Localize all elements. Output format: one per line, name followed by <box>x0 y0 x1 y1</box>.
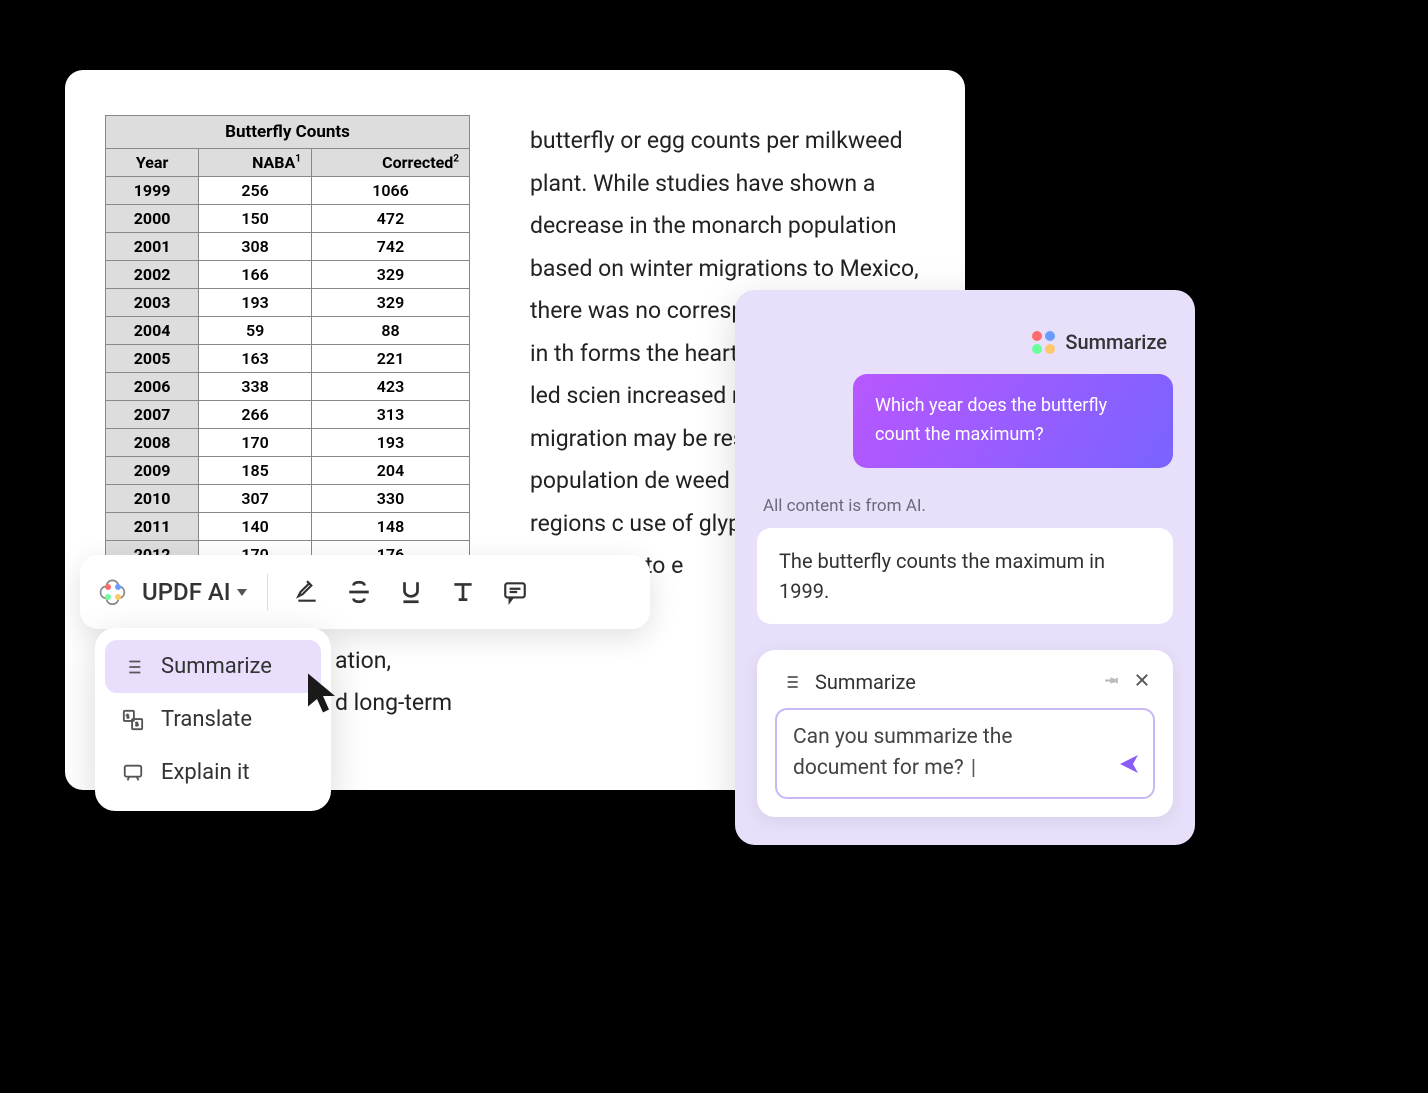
pin-button[interactable] <box>1103 670 1121 694</box>
ai-chat-panel: Summarize Which year does the butterfly … <box>735 290 1195 845</box>
table-row: 20045988 <box>106 317 470 345</box>
underline-button[interactable] <box>392 573 430 611</box>
table-row: 2009185204 <box>106 457 470 485</box>
menu-explain-label: Explain it <box>161 760 250 785</box>
menu-explain[interactable]: Explain it <box>105 746 321 799</box>
close-button[interactable] <box>1133 670 1151 694</box>
highlight-button[interactable] <box>288 573 326 611</box>
ai-toolbar: UPDF AI <box>80 555 650 629</box>
translate-icon <box>121 708 145 732</box>
ai-message: The butterfly counts the maximum in 1999… <box>757 528 1173 624</box>
menu-summarize[interactable]: Summarize <box>105 640 321 693</box>
menu-summarize-label: Summarize <box>161 654 272 679</box>
butterfly-counts-table: Butterfly Counts Year NABA1 Corrected2 1… <box>105 115 470 569</box>
table-row: 19992561066 <box>106 177 470 205</box>
menu-translate-label: Translate <box>161 707 252 732</box>
chat-input-card: Summarize Can you summarize the document… <box>757 650 1173 817</box>
toolbar-divider <box>267 574 268 610</box>
comment-button[interactable] <box>496 573 534 611</box>
chat-input[interactable]: Can you summarize the document for me? <box>775 708 1155 799</box>
strikethrough-button[interactable] <box>340 573 378 611</box>
chat-input-text: Can you summarize the document for me? <box>793 725 1013 781</box>
app-dots-icon <box>1032 331 1055 354</box>
table-row: 2001308742 <box>106 233 470 261</box>
table-row: 2002166329 <box>106 261 470 289</box>
table-row: 2006338423 <box>106 373 470 401</box>
ai-disclaimer: All content is from AI. <box>763 496 1173 516</box>
user-message: Which year does the butterfly count the … <box>853 374 1173 468</box>
col-year: Year <box>106 149 199 177</box>
table-row: 2005163221 <box>106 345 470 373</box>
input-mode-label[interactable]: Summarize <box>815 670 916 694</box>
ai-action-dropdown: Summarize Translate Explain it <box>95 628 331 811</box>
text-button[interactable] <box>444 573 482 611</box>
updf-logo-icon <box>98 577 128 607</box>
col-corrected: Corrected2 <box>312 149 470 177</box>
send-button[interactable] <box>1117 752 1141 787</box>
updf-ai-dropdown-trigger[interactable]: UPDF AI <box>142 578 247 606</box>
table-row: 2011140148 <box>106 513 470 541</box>
table-title: Butterfly Counts <box>105 115 470 148</box>
table-row: 2008170193 <box>106 429 470 457</box>
text-frag-1: ation, <box>335 640 391 683</box>
list-icon <box>121 655 145 679</box>
menu-translate[interactable]: Translate <box>105 693 321 746</box>
updf-ai-label: UPDF AI <box>142 578 231 606</box>
text-frag-2: d long-term <box>335 682 452 725</box>
table-row: 2007266313 <box>106 401 470 429</box>
table-row: 2003193329 <box>106 289 470 317</box>
table-row: 2010307330 <box>106 485 470 513</box>
table-row: 2000150472 <box>106 205 470 233</box>
col-naba: NABA1 <box>199 149 312 177</box>
panel-title: Summarize <box>1065 330 1167 354</box>
chevron-down-icon <box>237 589 247 596</box>
list-icon <box>779 670 803 694</box>
explain-icon <box>121 761 145 785</box>
panel-header: Summarize <box>757 312 1173 374</box>
